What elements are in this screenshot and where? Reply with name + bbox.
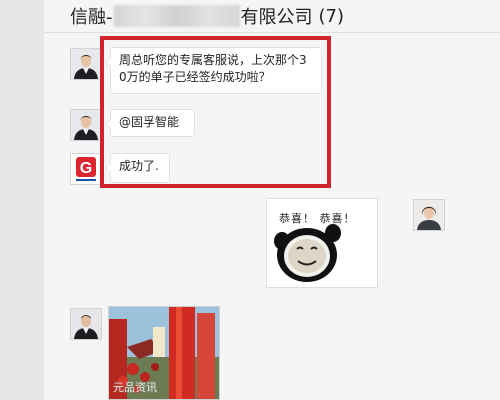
member-count: (7) xyxy=(318,5,345,27)
message-bubble[interactable]: 周总听您的专属客服说，上次那个3 0万的单子已经签约成功啦？ xyxy=(105,47,322,94)
sender-avatar[interactable] xyxy=(70,308,102,340)
message-text-line-1: 周总听您的专属客服说，上次那个3 xyxy=(119,53,307,67)
chat-title-prefix: 信融- xyxy=(70,7,113,28)
sender-avatar[interactable] xyxy=(70,109,102,141)
panda-meme-icon xyxy=(274,224,341,282)
sticker-message[interactable]: 恭喜！ 恭喜！ xyxy=(266,198,378,288)
chat-header: 信融- 有限公司 (7) xyxy=(44,0,500,33)
message-bubble[interactable]: @固孚智能 xyxy=(105,109,195,137)
chat-title-suffix: 有限公司 xyxy=(240,7,313,28)
watermark-text: 元品资讯 xyxy=(113,381,157,394)
company-logo-avatar[interactable]: G xyxy=(70,153,102,185)
own-avatar[interactable] xyxy=(413,199,445,231)
mention-text[interactable]: @固孚智能 xyxy=(119,115,179,129)
sender-avatar[interactable] xyxy=(70,48,102,80)
message-bubble[interactable]: 成功了. xyxy=(105,153,170,183)
left-sidebar-strip xyxy=(0,0,44,400)
image-message[interactable]: 元品资讯 xyxy=(108,306,220,400)
message-text-line-2: 0万的单子已经签约成功啦？ xyxy=(119,70,271,84)
redacted-title-blur xyxy=(113,5,240,27)
logo-letter: G xyxy=(80,160,92,177)
message-list[interactable]: 周总听您的专属客服说，上次那个3 0万的单子已经签约成功啦？ @固孚智能 G 成… xyxy=(44,33,500,400)
message-text: 成功了. xyxy=(119,159,159,173)
